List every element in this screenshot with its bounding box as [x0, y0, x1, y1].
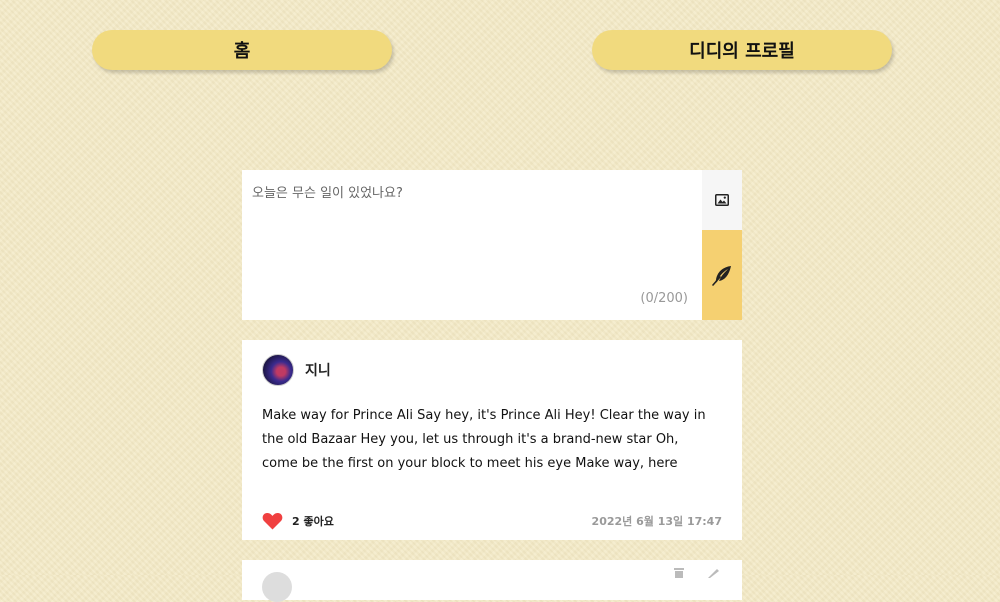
post-author[interactable]: 지니 — [305, 360, 331, 380]
home-button-label: 홈 — [233, 41, 251, 62]
post-card-partial — [242, 560, 742, 602]
trash-icon[interactable] — [672, 568, 686, 578]
avatar[interactable] — [262, 572, 292, 602]
like-button[interactable] — [262, 512, 283, 530]
feather-icon — [712, 266, 731, 286]
profile-button-label: 디디의 프로필 — [689, 41, 795, 62]
post-card: 지니 Make way for Prince Ali Say hey, it's… — [242, 340, 742, 540]
post-date: 2022년 6월 13일 17:47 — [591, 515, 722, 528]
post-textarea[interactable] — [242, 170, 702, 320]
post-footer: 2 좋아요 2022년 6월 13일 17:47 — [262, 512, 722, 530]
post-composer: (0/200) — [242, 170, 742, 320]
submit-post-button[interactable] — [702, 230, 742, 320]
composer-text-area: (0/200) — [242, 170, 702, 320]
profile-button[interactable]: 디디의 프로필 — [592, 30, 892, 70]
post-body: Make way for Prince Ali Say hey, it's Pr… — [262, 408, 706, 471]
post-header: 지니 — [262, 354, 722, 386]
image-upload-button[interactable] — [702, 170, 742, 230]
composer-actions — [702, 170, 742, 320]
home-button[interactable]: 홈 — [92, 30, 392, 70]
avatar[interactable] — [262, 354, 294, 386]
char-count: (0/200) — [640, 291, 688, 306]
like-count: 2 좋아요 — [292, 515, 334, 528]
heart-icon — [262, 512, 283, 530]
edit-icon[interactable] — [706, 568, 720, 578]
image-icon — [715, 194, 729, 206]
